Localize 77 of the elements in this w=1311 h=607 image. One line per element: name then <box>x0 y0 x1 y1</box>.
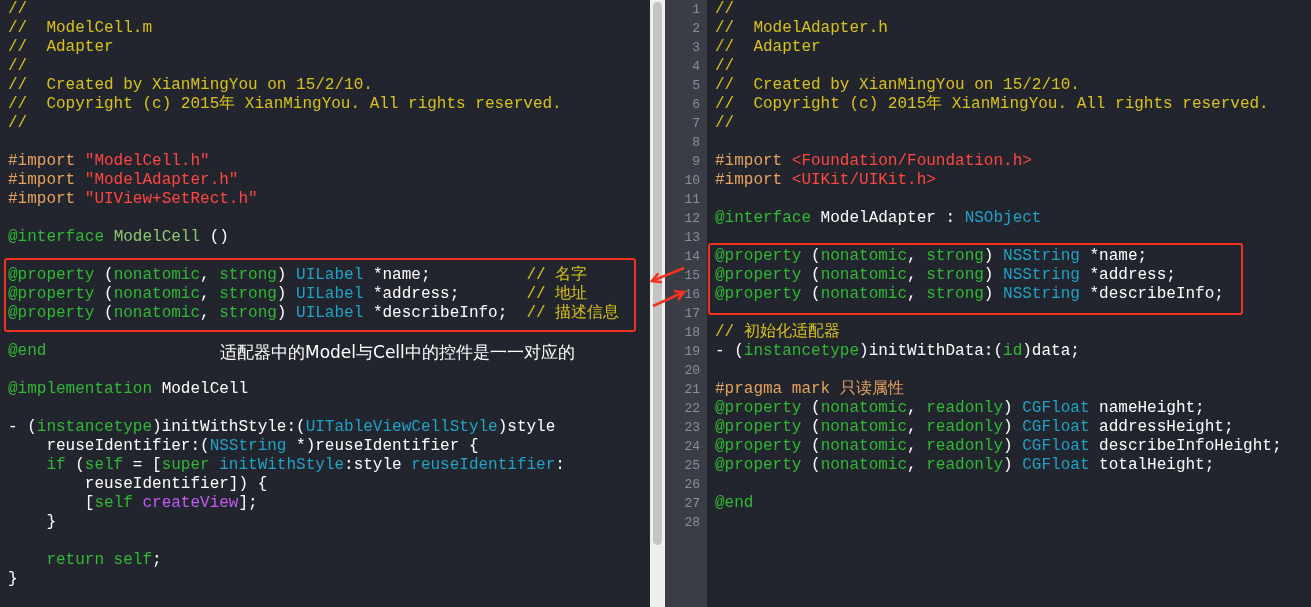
code-line: // Adapter <box>8 38 114 56</box>
line-number: 4 <box>692 58 701 76</box>
line-number: 3 <box>692 39 701 57</box>
annotation-text: 适配器中的Model与Cell中的控件是一一对应的 <box>220 341 575 364</box>
code-line: #import <UIKit/UIKit.h> <box>715 171 936 189</box>
code-line: } <box>45 513 56 531</box>
line-number: 13 <box>684 229 701 247</box>
line-number: 5 <box>692 77 701 95</box>
code-line: return self; <box>45 551 162 569</box>
line-number: 1 <box>692 1 701 19</box>
code-line: @property (nonatomic, strong) UILabel *name; // 名字 <box>8 266 588 284</box>
line-number: 12 <box>684 210 701 228</box>
line-number: 23 <box>684 419 701 437</box>
code-line: @implementation ModelCell <box>8 380 249 398</box>
code-line: @end <box>715 494 754 512</box>
code-line: // Adapter <box>715 38 821 56</box>
line-number: 25 <box>684 457 701 475</box>
code-line: reuseIdentifier]) { <box>83 475 268 493</box>
code-line: - (instancetype)initWithData:(id)data; <box>715 342 1080 360</box>
code-line: // 初始化适配器 <box>715 323 840 341</box>
code-line: #pragma mark 只读属性 <box>715 380 904 398</box>
line-number: 20 <box>684 362 701 380</box>
line-number: 27 <box>684 495 701 513</box>
line-number: 17 <box>684 305 701 323</box>
code-line: // Created by XianMingYou on 15/2/10. <box>8 76 373 94</box>
line-number: 6 <box>692 96 701 114</box>
code-line: // ModelCell.m <box>8 19 153 37</box>
code-line: @property (nonatomic, strong) UILabel *address; // 地址 <box>8 285 588 303</box>
line-number: 7 <box>692 115 701 133</box>
code-line: // Copyright (c) 2015年 XianMingYou. All rights reserved. <box>8 95 562 113</box>
line-number: 24 <box>684 438 701 456</box>
code-line: - (instancetype)initWithStyle:(UITableViewCellStyle)style <box>8 418 556 436</box>
line-number: 2 <box>692 20 701 38</box>
code-line: @property (nonatomic, readonly) CGFloat addressHeight; <box>715 418 1234 436</box>
line-number: 19 <box>684 343 701 361</box>
line-number: 28 <box>684 514 701 532</box>
line-number: 22 <box>684 400 701 418</box>
arrow <box>649 266 685 284</box>
code-line: @interface ModelCell () <box>8 228 229 246</box>
line-number: 26 <box>684 476 701 494</box>
code-line: @end <box>8 342 47 360</box>
line-number: 11 <box>684 191 701 209</box>
code-line: } <box>8 570 18 588</box>
line-number: 14 <box>684 248 701 266</box>
code-line: [self createView]; <box>83 494 258 512</box>
line-number: 10 <box>684 172 701 190</box>
code-line: #import "ModelCell.h" <box>8 152 210 170</box>
code-line: reuseIdentifier:(NSString *)reuseIdentifier { <box>45 437 479 455</box>
code-line: @property (nonatomic, strong) NSString *name; <box>715 247 1148 265</box>
code-line: @property (nonatomic, strong) NSString *describeInfo; <box>715 285 1224 303</box>
line-number: 8 <box>692 134 701 152</box>
code-line: #import <Foundation/Foundation.h> <box>715 152 1032 170</box>
code-line: if (self = [super initWithStyle:style reuseIdentifier: <box>45 456 565 474</box>
line-number: 15 <box>684 267 701 285</box>
code-line: #import "ModelAdapter.h" <box>8 171 239 189</box>
code-line: @property (nonatomic, strong) UILabel *describeInfo; // 描述信息 <box>8 304 620 322</box>
code-line: @property (nonatomic, readonly) CGFloat describeInfoHeight; <box>715 437 1282 455</box>
code-line: // ModelAdapter.h <box>715 19 888 37</box>
line-number: 18 <box>684 324 701 342</box>
line-number: 9 <box>692 153 701 171</box>
code-line: // Created by XianMingYou on 15/2/10. <box>715 76 1080 94</box>
line-number: 21 <box>684 381 701 399</box>
code-line: #import "UIView+SetRect.h" <box>8 190 258 208</box>
line-number: 16 <box>684 286 701 304</box>
code-line: // <box>715 57 735 75</box>
code-line: // <box>715 114 735 132</box>
code-line: // <box>715 0 735 18</box>
code-line: @property (nonatomic, readonly) CGFloat totalHeight; <box>715 456 1215 474</box>
code-line: // Copyright (c) 2015年 XianMingYou. All rights reserved. <box>715 95 1269 113</box>
code-line: // <box>8 57 28 75</box>
code-line: @property (nonatomic, readonly) CGFloat nameHeight; <box>715 399 1205 417</box>
code-line: // <box>8 114 28 132</box>
code-line: @property (nonatomic, strong) NSString *address; <box>715 266 1176 284</box>
arrow <box>652 290 687 308</box>
code-line: @interface ModelAdapter : NSObject <box>715 209 1042 227</box>
scrollbar-thumb[interactable] <box>653 2 662 545</box>
code-line: // <box>8 0 28 18</box>
